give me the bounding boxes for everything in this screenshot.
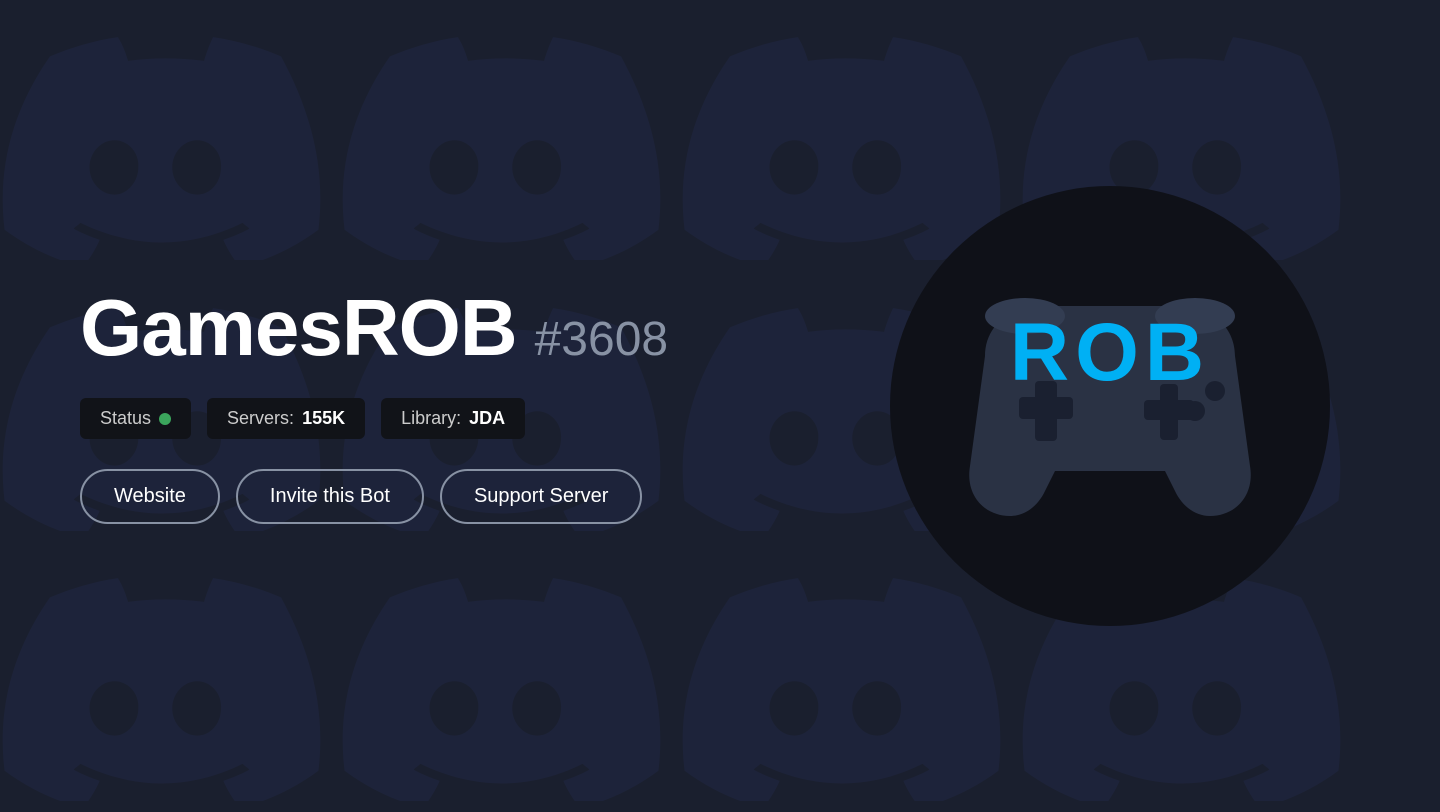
servers-label: Servers: <box>227 408 294 429</box>
status-label: Status <box>100 408 151 429</box>
invite-bot-button[interactable]: Invite this Bot <box>236 469 424 524</box>
support-server-button[interactable]: Support Server <box>440 469 643 524</box>
controller-icon <box>930 226 1290 586</box>
bot-info-section: GamesROB #3608 Status Servers: 155K Libr… <box>80 288 860 524</box>
avatar-circle: ROB <box>890 186 1330 626</box>
website-button[interactable]: Website <box>80 469 220 524</box>
bot-discriminator: #3608 <box>535 312 668 367</box>
title-row: GamesROB #3608 <box>80 288 860 368</box>
status-online-dot <box>159 413 171 425</box>
library-label: Library: <box>401 408 461 429</box>
servers-value: 155K <box>302 408 345 429</box>
action-buttons-row: Website Invite this Bot Support Server <box>80 469 860 524</box>
library-badge: Library: JDA <box>381 398 525 439</box>
stats-row: Status Servers: 155K Library: JDA <box>80 398 860 439</box>
rob-text: ROB <box>1010 306 1210 400</box>
bot-avatar-section: ROB <box>860 186 1360 626</box>
bot-name: GamesROB <box>80 288 517 368</box>
library-value: JDA <box>469 408 505 429</box>
status-badge: Status <box>80 398 191 439</box>
page-content: GamesROB #3608 Status Servers: 155K Libr… <box>0 0 1440 812</box>
servers-badge: Servers: 155K <box>207 398 365 439</box>
